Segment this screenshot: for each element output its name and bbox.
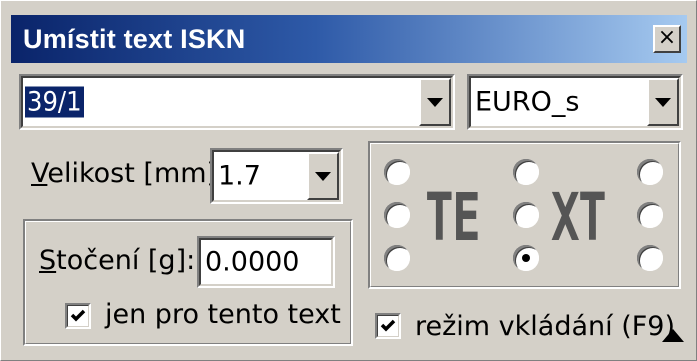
radio-selected-dot (522, 254, 530, 262)
checkmark-icon (380, 319, 396, 332)
size-label: Velikost [mm]: (31, 158, 226, 189)
text-combo-dropdown-button[interactable] (419, 78, 451, 126)
collapse-arrow-icon[interactable] (662, 329, 684, 342)
checkmark-icon (70, 309, 86, 322)
only-this-text-checkbox[interactable] (65, 303, 91, 329)
title-bar[interactable]: Umístit text ISKN × (11, 15, 687, 63)
rotation-label-accel: S (39, 245, 57, 276)
insert-mode-checkbox[interactable] (375, 313, 401, 339)
align-top-right-radio[interactable] (637, 159, 663, 185)
align-middle-right-radio[interactable] (637, 202, 663, 228)
window-title: Umístit text ISKN (23, 24, 246, 54)
align-top-left-radio[interactable] (384, 159, 410, 185)
align-bottom-right-radio[interactable] (637, 245, 663, 271)
align-bottom-left-radio[interactable] (384, 245, 410, 271)
rotation-input[interactable]: 0.0000 (197, 236, 335, 288)
rotation-input-value: 0.0000 (205, 246, 300, 278)
insert-mode-label: režim vkládání (F9) (415, 311, 675, 342)
font-combo[interactable]: EURO_s (467, 74, 683, 130)
dialog-window: Umístit text ISKN × 39/1 EURO_s Velikost… (0, 0, 697, 361)
size-combo[interactable]: 1.7 (210, 148, 343, 204)
size-combo-dropdown-button[interactable] (307, 152, 339, 200)
only-this-text-label: jen pro tento text (105, 299, 341, 330)
align-middle-center-radio[interactable] (513, 202, 539, 228)
rotation-label-text: točení [g]: (56, 245, 196, 276)
font-combo-value: EURO_s (475, 86, 580, 118)
size-label-accel: V (31, 158, 48, 189)
align-bottom-center-radio[interactable] (513, 245, 539, 271)
align-top-center-radio[interactable] (513, 159, 539, 185)
text-preview-left: TE (425, 179, 481, 256)
size-combo-value: 1.7 (218, 160, 261, 192)
text-preview-right: XT (551, 179, 607, 256)
close-icon: × (657, 25, 677, 50)
close-button[interactable]: × (653, 25, 681, 53)
size-label-text: elikost [mm]: (47, 158, 227, 189)
font-combo-dropdown-button[interactable] (647, 78, 679, 126)
rotation-label: Stočení [g]: (39, 245, 195, 276)
text-combo[interactable]: 39/1 (19, 74, 455, 130)
align-middle-left-radio[interactable] (384, 202, 410, 228)
text-combo-value: 39/1 (25, 86, 84, 118)
